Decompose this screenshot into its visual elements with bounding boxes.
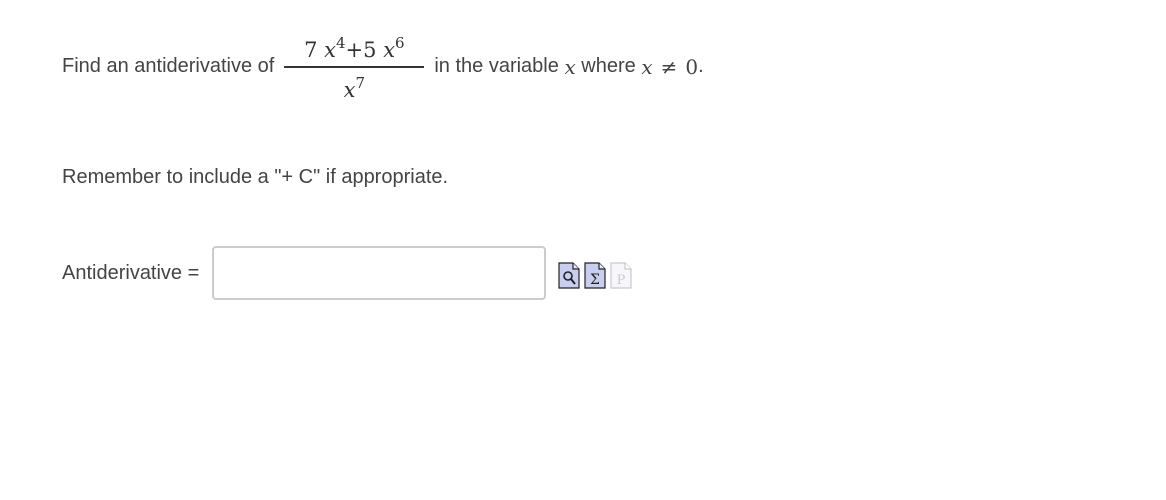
condition-variable: x (641, 54, 653, 79)
answer-tools: Σ P (558, 257, 632, 289)
problem-statement: Find an antiderivative of 7 x4+5 x6 x7 i… (62, 30, 704, 103)
integrand-fraction: 7 x4+5 x6 x7 (284, 30, 425, 103)
problem-prefix: Find an antiderivative of (62, 55, 275, 77)
problem-period: . (698, 55, 704, 77)
answer-label: Antiderivative = (62, 261, 200, 284)
equation-editor-icon[interactable]: Σ (584, 257, 606, 289)
pdf-icon[interactable]: P (610, 257, 632, 289)
antiderivative-input[interactable] (212, 246, 547, 300)
condition-value: 0 (685, 54, 699, 79)
plus-c-reminder: Remember to include a "+ C" if appropria… (62, 166, 449, 188)
answer-row: Antiderivative = Σ P (62, 246, 632, 300)
fraction-denominator: x7 (343, 74, 366, 102)
problem-suffix-2: where (581, 55, 636, 77)
svg-text:Σ: Σ (590, 272, 600, 288)
problem-suffix-1: in the variable (434, 55, 559, 77)
preview-icon[interactable] (558, 257, 580, 289)
not-equal-sign: ≠ (660, 54, 678, 79)
variable-x: x (564, 54, 576, 79)
fraction-numerator: 7 x4+5 x6 (304, 34, 405, 62)
svg-text:P: P (617, 273, 626, 288)
